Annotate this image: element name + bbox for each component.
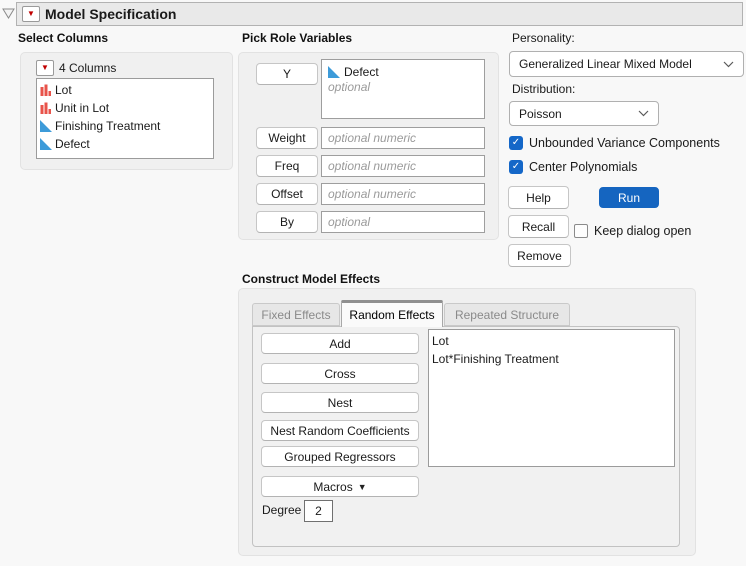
grouped-regressors-button[interactable]: Grouped Regressors — [261, 446, 419, 467]
weight-role-button[interactable]: Weight — [256, 127, 318, 149]
y-optional-hint: optional — [328, 80, 371, 94]
columns-count-label: 4 Columns — [59, 61, 117, 75]
pick-role-variables-panel: Y Defect optional Weight optional numeri… — [238, 52, 499, 240]
effect-item[interactable]: Lot*Finishing Treatment — [432, 350, 674, 368]
list-item[interactable]: Unit in Lot — [37, 99, 213, 117]
tab-random-effects[interactable]: Random Effects — [341, 300, 443, 327]
select-columns-label: Select Columns — [18, 31, 109, 45]
unbounded-variance-checkbox-row[interactable]: ✓ Unbounded Variance Components — [509, 136, 720, 150]
nominal-bars-icon — [40, 102, 51, 114]
nest-random-coefficients-button[interactable]: Nest Random Coefficients — [261, 420, 419, 441]
checkbox-checked-icon[interactable]: ✓ — [509, 136, 523, 150]
offset-role-button[interactable]: Offset — [256, 183, 318, 205]
checkbox-checked-icon[interactable]: ✓ — [509, 160, 523, 174]
list-item[interactable]: Finishing Treatment — [37, 117, 213, 135]
red-triangle-glyph: ▼ — [41, 63, 49, 72]
add-button[interactable]: Add — [261, 333, 419, 354]
chevron-down-icon — [638, 110, 649, 117]
chevron-down-icon — [723, 61, 734, 67]
degree-input[interactable]: 2 — [304, 500, 333, 522]
effect-item[interactable]: Lot — [432, 332, 674, 350]
list-item[interactable]: Lot — [37, 81, 213, 99]
run-button[interactable]: Run — [599, 187, 659, 208]
by-drop-zone[interactable]: optional — [321, 211, 485, 233]
continuous-triangle-icon — [328, 65, 340, 78]
personality-dropdown[interactable]: Generalized Linear Mixed Model — [509, 51, 744, 77]
degree-label: Degree — [262, 503, 302, 517]
select-columns-panel: ▼ 4 Columns Lot Unit in Lot Finishing Tr… — [20, 52, 233, 170]
by-role-button[interactable]: By — [256, 211, 318, 233]
distribution-label: Distribution: — [512, 82, 576, 96]
help-button[interactable]: Help — [508, 186, 569, 209]
remove-button[interactable]: Remove — [508, 244, 571, 267]
cross-button[interactable]: Cross — [261, 363, 419, 384]
pick-role-variables-label: Pick Role Variables — [242, 31, 353, 45]
construct-model-effects-label: Construct Model Effects — [242, 272, 381, 286]
distribution-dropdown[interactable]: Poisson — [509, 101, 659, 126]
offset-drop-zone[interactable]: optional numeric — [321, 183, 485, 205]
freq-drop-zone[interactable]: optional numeric — [321, 155, 485, 177]
macros-dropdown-button[interactable]: Macros ▼ — [261, 476, 419, 497]
tab-repeated-structure[interactable]: Repeated Structure — [444, 303, 570, 326]
red-triangle-menu-icon[interactable]: ▼ — [22, 6, 40, 22]
y-role-button[interactable]: Y — [256, 63, 318, 85]
y-variable[interactable]: Defect — [328, 63, 379, 80]
y-drop-zone[interactable]: Defect optional — [321, 59, 485, 119]
disclosure-triangle-icon[interactable] — [2, 8, 15, 19]
keep-dialog-open-checkbox-row[interactable]: Keep dialog open — [574, 224, 691, 238]
continuous-triangle-icon — [40, 138, 52, 150]
model-specification-window: ▼ Model Specification Select Columns Pic… — [0, 0, 746, 566]
triangle-down-icon: ▼ — [357, 481, 367, 492]
list-item[interactable]: Defect — [37, 135, 213, 153]
nominal-bars-icon — [40, 84, 51, 96]
continuous-triangle-icon — [40, 120, 52, 132]
tab-fixed-effects[interactable]: Fixed Effects — [252, 303, 340, 326]
center-polynomials-checkbox-row[interactable]: ✓ Center Polynomials — [509, 160, 637, 174]
columns-menu-icon[interactable]: ▼ — [36, 60, 54, 76]
red-triangle-glyph: ▼ — [27, 9, 35, 18]
nest-button[interactable]: Nest — [261, 392, 419, 413]
personality-label: Personality: — [512, 31, 575, 45]
columns-list[interactable]: Lot Unit in Lot Finishing Treatment Defe… — [36, 78, 214, 159]
effects-list[interactable]: Lot Lot*Finishing Treatment — [428, 329, 675, 467]
freq-role-button[interactable]: Freq — [256, 155, 318, 177]
weight-drop-zone[interactable]: optional numeric — [321, 127, 485, 149]
page-title: Model Specification — [45, 6, 177, 22]
recall-button[interactable]: Recall — [508, 215, 569, 238]
checkbox-unchecked-icon[interactable] — [574, 224, 588, 238]
titlebar: ▼ Model Specification — [16, 2, 743, 26]
